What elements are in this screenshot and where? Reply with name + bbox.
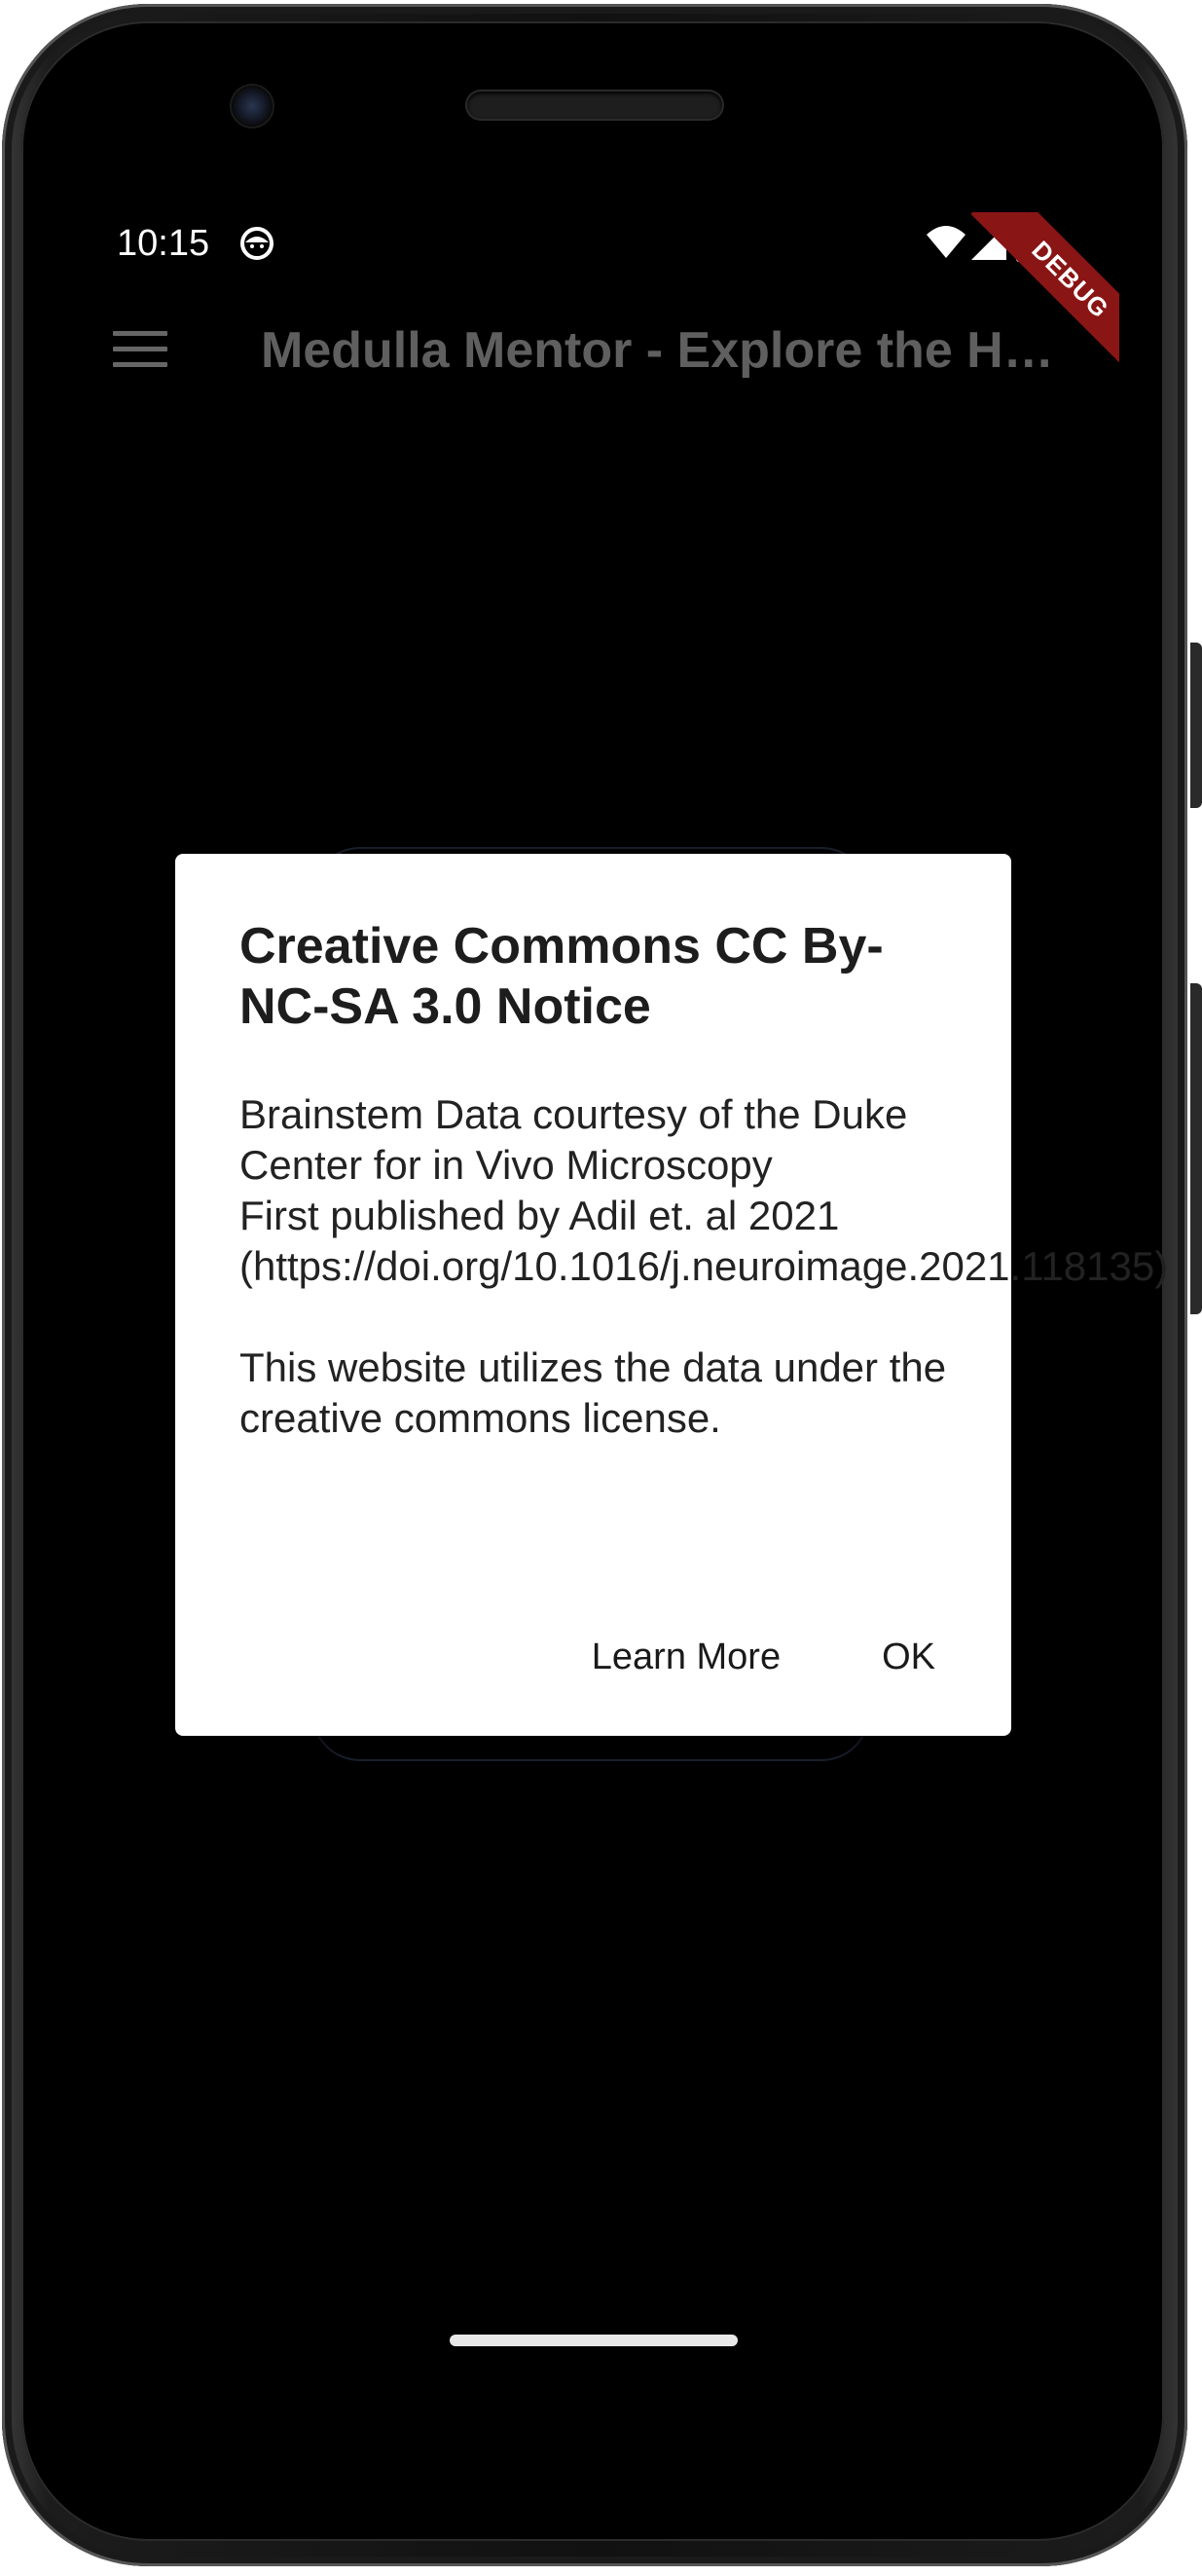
ok-button[interactable]: OK — [864, 1625, 953, 1690]
power-button — [1190, 643, 1202, 808]
dialog-body-line: Brainstem Data courtesy of the Duke Cent… — [239, 1091, 908, 1188]
hamburger-menu-icon[interactable] — [113, 331, 167, 374]
dialog-body-line: This website utilizes the data under the… — [239, 1344, 947, 1441]
earpiece-speaker — [467, 92, 722, 119]
status-bar: 10:15 — [76, 219, 1078, 277]
learn-more-button[interactable]: Learn More — [574, 1625, 798, 1690]
front-camera — [232, 86, 273, 127]
volume-button — [1190, 983, 1202, 1314]
license-notice-dialog: Creative Commons CC By-NC-SA 3.0 Notice … — [175, 854, 1169, 1736]
app-bar: Medulla Mentor - Explore the Human Brain… — [76, 292, 1098, 419]
cat-face-icon — [240, 227, 273, 260]
wifi-icon — [927, 226, 965, 258]
home-indicator[interactable] — [450, 2335, 738, 2346]
dialog-body-line: First published by Adil et. al 2021 — [239, 1193, 840, 1238]
dialog-title: Creative Commons CC By-NC-SA 3.0 Notice — [239, 918, 884, 1035]
device-stage: 10:15 DEBUG Medulla Mentor - Explore the… — [0, 0, 1202, 2576]
app-title: Medulla Mentor - Explore the Human Brain… — [261, 322, 1069, 379]
dialog-actions: Learn More OK — [574, 1623, 953, 1691]
dialog-body-line: (https://doi.org/10.1016/j.neuroimage.20… — [239, 1243, 1169, 1289]
status-time: 10:15 — [117, 223, 210, 264]
dialog-body: Brainstem Data courtesy of the Duke Cent… — [239, 1089, 1169, 1444]
